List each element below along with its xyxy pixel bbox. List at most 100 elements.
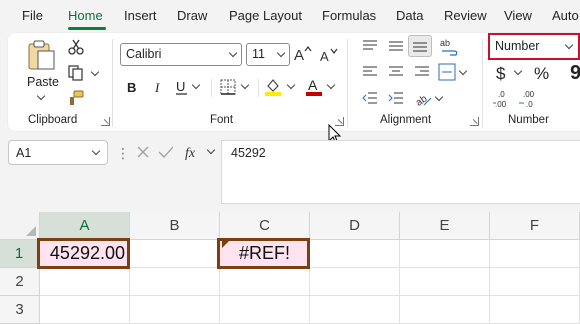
cell-f3[interactable] <box>490 296 580 324</box>
cell-e2[interactable] <box>400 268 490 296</box>
error-indicator-icon[interactable] <box>222 240 230 248</box>
tab-review[interactable]: Review <box>444 8 487 23</box>
cell-c3[interactable] <box>220 296 310 324</box>
clipboard-dialog-launcher-icon[interactable] <box>101 117 110 126</box>
decrease-indent-icon[interactable] <box>362 91 378 105</box>
borders-icon[interactable] <box>220 79 236 95</box>
increase-font-size-icon[interactable]: A <box>293 45 313 63</box>
font-color-icon[interactable]: A <box>305 76 323 97</box>
formula-input[interactable]: 45292 <box>221 140 580 204</box>
svg-text:A: A <box>294 47 304 63</box>
tab-file[interactable]: File <box>22 8 43 23</box>
cell-d1[interactable] <box>310 240 400 268</box>
row-header-2[interactable]: 2 <box>0 268 40 296</box>
fill-color-dropdown-chevron-icon[interactable] <box>286 80 296 90</box>
column-header-d[interactable]: D <box>310 212 400 240</box>
paste-dropdown-chevron-icon[interactable] <box>36 91 46 101</box>
paste-icon[interactable] <box>26 39 56 71</box>
column-header-c[interactable]: C <box>220 212 310 240</box>
tab-formulas[interactable]: Formulas <box>322 8 376 23</box>
alignment-dialog-launcher-icon[interactable] <box>470 117 479 126</box>
decrease-decimal-icon[interactable]: .00 .0 <box>518 89 540 109</box>
align-left-icon[interactable] <box>362 65 378 79</box>
font-size-chevron-icon <box>276 48 286 58</box>
top-align-icon[interactable] <box>362 39 378 53</box>
decrease-font-size-icon[interactable]: A <box>319 47 339 65</box>
align-right-icon[interactable] <box>414 65 430 79</box>
cell-e3[interactable] <box>400 296 490 324</box>
font-size-select[interactable]: 11 <box>246 43 290 66</box>
cell-a3[interactable] <box>40 296 130 324</box>
copy-icon[interactable] <box>68 65 84 81</box>
wrap-text-icon[interactable]: ab <box>440 37 460 57</box>
increase-decimal-icon[interactable]: .0 .00 <box>492 89 514 109</box>
tab-view[interactable]: View <box>504 8 532 23</box>
italic-icon[interactable]: I <box>152 79 166 95</box>
cell-b3[interactable] <box>130 296 220 324</box>
align-center-icon[interactable] <box>388 65 404 79</box>
tab-draw[interactable]: Draw <box>177 8 207 23</box>
row-header-3[interactable]: 3 <box>0 296 40 324</box>
accounting-format-icon[interactable]: $ <box>496 64 505 84</box>
alignment-group-label: Alignment <box>380 114 432 126</box>
column-header-e[interactable]: E <box>400 212 490 240</box>
cell-a1-outline <box>37 238 130 269</box>
tab-automate[interactable]: Auto <box>552 8 579 23</box>
group-divider <box>112 39 113 127</box>
font-color-dropdown-chevron-icon[interactable] <box>326 80 336 90</box>
svg-text:B: B <box>127 80 136 95</box>
orientation-dropdown-chevron-icon[interactable] <box>434 92 444 102</box>
cut-icon[interactable] <box>68 39 84 55</box>
enter-icon[interactable] <box>158 145 174 159</box>
formula-bar-expand-chevron-icon[interactable] <box>206 145 216 155</box>
increase-indent-icon[interactable] <box>388 91 404 105</box>
select-all-button[interactable] <box>0 212 40 240</box>
borders-dropdown-chevron-icon[interactable] <box>240 80 250 90</box>
font-divider <box>258 79 259 97</box>
cell-e1[interactable] <box>400 240 490 268</box>
fill-color-icon[interactable] <box>264 77 282 97</box>
font-group-label: Font <box>210 114 234 126</box>
svg-text:A: A <box>308 77 318 93</box>
bottom-align-button[interactable] <box>408 35 432 57</box>
cell-d3[interactable] <box>310 296 400 324</box>
column-header-a[interactable]: A <box>40 212 130 240</box>
tab-data[interactable]: Data <box>396 8 423 23</box>
cell-d2[interactable] <box>310 268 400 296</box>
cell-c2[interactable] <box>220 268 310 296</box>
cell-f1[interactable] <box>490 240 580 268</box>
cancel-icon[interactable] <box>136 145 150 159</box>
row-header-1[interactable]: 1 <box>0 240 40 268</box>
underline-dropdown-chevron-icon[interactable] <box>191 80 201 90</box>
tab-insert[interactable]: Insert <box>124 8 157 23</box>
cell-f2[interactable] <box>490 268 580 296</box>
svg-text:I: I <box>154 80 160 95</box>
orientation-icon[interactable]: ab <box>414 89 432 107</box>
paste-button-label[interactable]: Paste <box>27 75 59 89</box>
formula-bar-buttons: fx <box>130 140 218 165</box>
formula-bar-grip-icon: ⋮ <box>116 145 130 161</box>
column-header-f[interactable]: F <box>490 212 580 240</box>
tab-page-layout[interactable]: Page Layout <box>229 8 302 23</box>
bold-icon[interactable]: B <box>126 79 140 95</box>
underline-icon[interactable]: U <box>175 79 189 95</box>
copy-dropdown-chevron-icon[interactable] <box>90 67 100 77</box>
font-name-select[interactable]: Calibri <box>120 43 242 66</box>
tab-home[interactable]: Home <box>68 8 103 23</box>
svg-text:.00: .00 <box>523 90 535 99</box>
worksheet-grid: A B C D E F 1 2 3 45292.00 #REF! <box>0 212 580 324</box>
cell-b2[interactable] <box>130 268 220 296</box>
middle-align-icon[interactable] <box>388 39 404 53</box>
comma-style-icon[interactable]: 9 <box>570 62 580 85</box>
merge-center-icon[interactable] <box>438 63 456 81</box>
insert-function-icon[interactable]: fx <box>184 143 204 161</box>
merge-center-dropdown-chevron-icon[interactable] <box>458 66 468 76</box>
cell-b1[interactable] <box>130 240 220 268</box>
format-painter-icon[interactable] <box>68 90 84 106</box>
cell-a2[interactable] <box>40 268 130 296</box>
percent-style-icon[interactable]: % <box>534 64 549 84</box>
column-header-b[interactable]: B <box>130 212 220 240</box>
name-box[interactable]: A1 <box>8 140 108 165</box>
number-format-select[interactable]: Number <box>488 33 580 60</box>
accounting-format-chevron-icon[interactable] <box>513 66 523 76</box>
